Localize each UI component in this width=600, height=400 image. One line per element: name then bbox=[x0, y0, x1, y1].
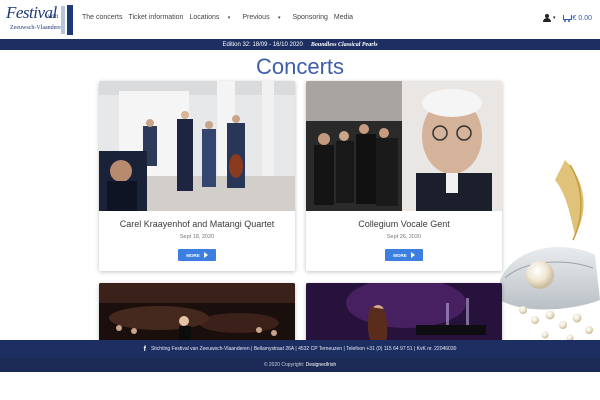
concert-card[interactable] bbox=[99, 283, 295, 340]
concert-photo-pianist bbox=[306, 283, 502, 340]
cart-button[interactable]: € 0.00 bbox=[562, 14, 592, 22]
page-title: Concerts bbox=[255, 54, 345, 79]
more-button-label: MORE bbox=[393, 252, 407, 258]
concert-title[interactable]: Collegium Vocale Gent bbox=[306, 219, 502, 229]
page-bottom bbox=[0, 372, 600, 400]
concert-card[interactable]: Carel Kraayenhof and Matangi Quartet Sep… bbox=[99, 81, 295, 271]
more-button[interactable]: MORE bbox=[178, 249, 216, 261]
play-icon bbox=[203, 252, 208, 258]
main-content: Concerts Carel Kraayenhof and Matangi Qu… bbox=[0, 50, 600, 340]
chevron-down-icon: ▾ bbox=[276, 15, 281, 21]
more-button-label: MORE bbox=[186, 252, 200, 258]
edition-tagline: Boundless Classical Pearls bbox=[310, 41, 378, 48]
logo-stripe-light bbox=[61, 6, 65, 34]
account-menu[interactable]: ▾ bbox=[543, 14, 556, 22]
header-tools: ▾ € 0.00 bbox=[543, 14, 592, 22]
copyright-bar: © 2020 Copyright: DesignedIrish bbox=[0, 358, 600, 372]
concert-photo-collegium bbox=[306, 81, 502, 211]
edition-bar: Edition 32: 18/09 - 16/10 2020 Boundless… bbox=[0, 39, 600, 50]
copyright-text: © 2020 Copyright: bbox=[263, 362, 305, 368]
copyright-link[interactable]: DesignedIrish bbox=[306, 362, 337, 368]
nav-item-sponsoring[interactable]: Sponsoring bbox=[292, 14, 327, 21]
logo-stripe bbox=[67, 5, 73, 35]
nav-item-media[interactable]: Media bbox=[334, 14, 353, 21]
chevron-down-icon: ▾ bbox=[553, 15, 556, 21]
concert-card[interactable] bbox=[306, 283, 502, 340]
nav-item-ticket-information[interactable]: Ticket information bbox=[128, 14, 183, 21]
cart-icon bbox=[562, 14, 572, 22]
nav-item-locations[interactable]: Locations ▾ bbox=[189, 14, 236, 21]
concert-date: Sept 26, 2020 bbox=[386, 234, 422, 240]
user-icon bbox=[543, 14, 552, 22]
nav-item-previous[interactable]: Previous ▾ bbox=[242, 14, 286, 21]
play-icon bbox=[410, 252, 415, 258]
concert-photo-quartet bbox=[99, 81, 295, 211]
page: Festival van Zeeuwsch-Vlaanderen The con… bbox=[0, 0, 600, 400]
oyster-pearl-decoration bbox=[500, 160, 600, 340]
chevron-down-icon: ▾ bbox=[226, 15, 231, 21]
nav-item-the-concerts[interactable]: The concerts bbox=[82, 14, 122, 21]
festival-logo[interactable]: Festival van Zeeuwsch-Vlaanderen bbox=[4, 3, 74, 37]
edition-text: Edition 32: 18/09 - 16/10 2020 bbox=[222, 41, 303, 48]
concert-title[interactable]: Carel Kraayenhof and Matangi Quartet bbox=[99, 219, 295, 229]
nav-item-locations-label: Locations bbox=[189, 14, 220, 21]
footer-info: Stichting Festival van Zeeuwsch-Vlaander… bbox=[150, 346, 457, 352]
facebook-icon[interactable]: f bbox=[144, 346, 146, 353]
more-button[interactable]: MORE bbox=[385, 249, 423, 261]
concert-card[interactable]: Collegium Vocale Gent Sept 26, 2020 MORE bbox=[306, 81, 502, 271]
main-menu: The concerts Ticket information Location… bbox=[82, 14, 359, 21]
cart-total: € 0.00 bbox=[572, 14, 592, 22]
footer-info-bar: f Stichting Festival van Zeeuwsch-Vlaand… bbox=[0, 340, 600, 358]
concert-photo-orchestra bbox=[99, 283, 295, 340]
concert-date: Sept 18, 2020 bbox=[179, 234, 215, 240]
nav-item-previous-label: Previous bbox=[242, 14, 270, 21]
top-navbar: Festival van Zeeuwsch-Vlaanderen The con… bbox=[0, 0, 600, 39]
logo-text-van: van bbox=[48, 12, 59, 20]
logo-subtitle: Zeeuwsch-Vlaanderen bbox=[10, 25, 64, 31]
